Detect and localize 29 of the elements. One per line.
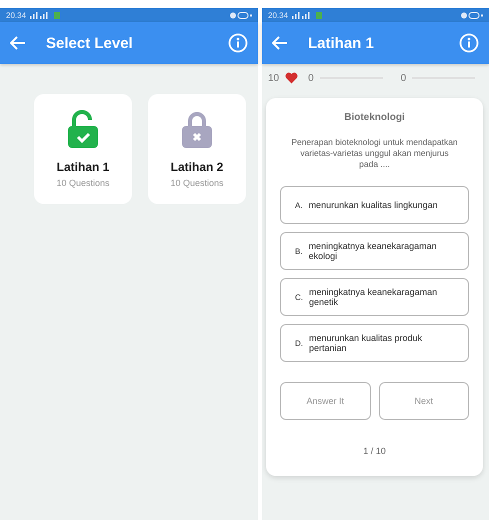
level-card[interactable]: Latihan 2 10 Questions	[148, 94, 246, 204]
signal-icon	[30, 12, 60, 18]
question-number: 1 / 10	[362, 446, 387, 456]
score-value: 0	[308, 72, 314, 84]
answer-option[interactable]: D. menurunkan kualitas produk pertanian	[280, 324, 469, 362]
screen-title: Select Level	[46, 34, 134, 52]
info-icon[interactable]	[228, 33, 248, 53]
score-value: 0	[400, 72, 406, 84]
battery-icon	[230, 12, 252, 18]
topic-title: Bioteknologi	[343, 112, 406, 123]
info-icon[interactable]	[459, 33, 479, 53]
heart-icon	[285, 72, 298, 84]
answer-option[interactable]: C. meningkatnya keanekaragaman genetik	[280, 278, 469, 316]
signal-icon	[292, 12, 322, 18]
question-count: 10 Questions	[170, 178, 224, 188]
battery-icon	[461, 12, 483, 18]
status-time: 20.34	[268, 10, 288, 20]
answer-option[interactable]: A. menurunkan kualitas lingkungan	[280, 186, 469, 224]
question-count: 10 Questions	[56, 178, 110, 188]
back-arrow-icon[interactable]	[272, 36, 288, 50]
lives-count: 10	[268, 72, 280, 84]
screen-title: Latihan 1	[308, 34, 375, 52]
status-time: 20.34	[6, 10, 26, 20]
answer-option[interactable]: B. meningkatnya keanekaragaman ekologi	[280, 232, 469, 270]
back-arrow-icon[interactable]	[10, 36, 26, 50]
level-name: Latihan 1	[56, 160, 110, 174]
question-text: Penerapan bioteknologi untuk mendapatkan varietas-varietas unggul akan menjurus pada ....	[290, 137, 459, 170]
level-card[interactable]: Latihan 1 10 Questions	[34, 94, 132, 204]
level-name: Latihan 2	[170, 160, 224, 174]
